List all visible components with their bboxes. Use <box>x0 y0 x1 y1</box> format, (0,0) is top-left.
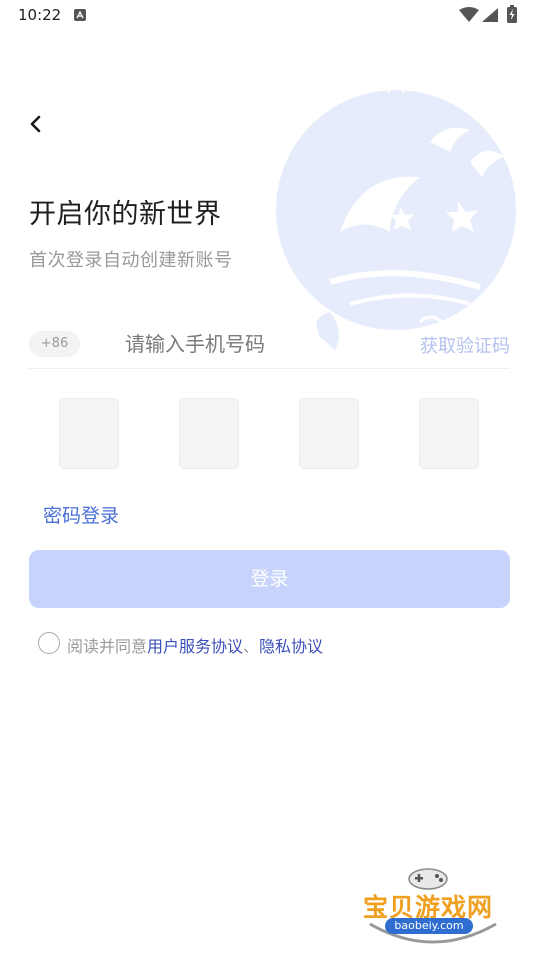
agreement-checkbox[interactable] <box>38 632 60 654</box>
wifi-icon <box>459 7 479 22</box>
user-agreement-link[interactable]: 用户服务协议 <box>147 637 243 656</box>
verification-code-box-1[interactable] <box>59 398 119 469</box>
signal-icon <box>482 8 498 22</box>
notification-a-icon <box>74 9 86 21</box>
get-verification-code-button[interactable]: 获取验证码 <box>420 332 510 358</box>
back-button[interactable] <box>22 110 50 138</box>
battery-icon <box>507 5 517 23</box>
agreement-text: 阅读并同意用户服务协议、隐私协议 <box>67 633 323 657</box>
phone-input-row: +86 获取验证码 <box>29 322 510 369</box>
privacy-policy-link[interactable]: 隐私协议 <box>259 637 323 656</box>
gamepad-icon <box>408 868 448 890</box>
password-login-link[interactable]: 密码登录 <box>43 501 119 528</box>
agreement-prefix: 阅读并同意 <box>67 637 148 656</box>
whale-island-illustration <box>276 84 516 350</box>
status-bar: 10:22 <box>0 0 537 32</box>
chevron-left-icon <box>30 115 41 133</box>
verification-code-box-2[interactable] <box>179 398 239 469</box>
verification-code-box-3[interactable] <box>299 398 359 469</box>
login-button[interactable]: 登录 <box>29 550 510 608</box>
verification-code-box-4[interactable] <box>419 398 479 469</box>
page-subtitle: 首次登录自动创建新账号 <box>29 250 233 271</box>
country-code-badge[interactable]: +86 <box>29 331 80 357</box>
page-title: 开启你的新世界 <box>29 199 222 230</box>
status-time: 10:22 <box>18 6 62 24</box>
agreement-separator: 、 <box>243 637 260 656</box>
watermark-url: baobeiy.com <box>385 918 473 934</box>
phone-number-input[interactable] <box>125 326 395 362</box>
watermark-logo: 宝贝游戏网 baobeiy.com <box>360 862 505 950</box>
